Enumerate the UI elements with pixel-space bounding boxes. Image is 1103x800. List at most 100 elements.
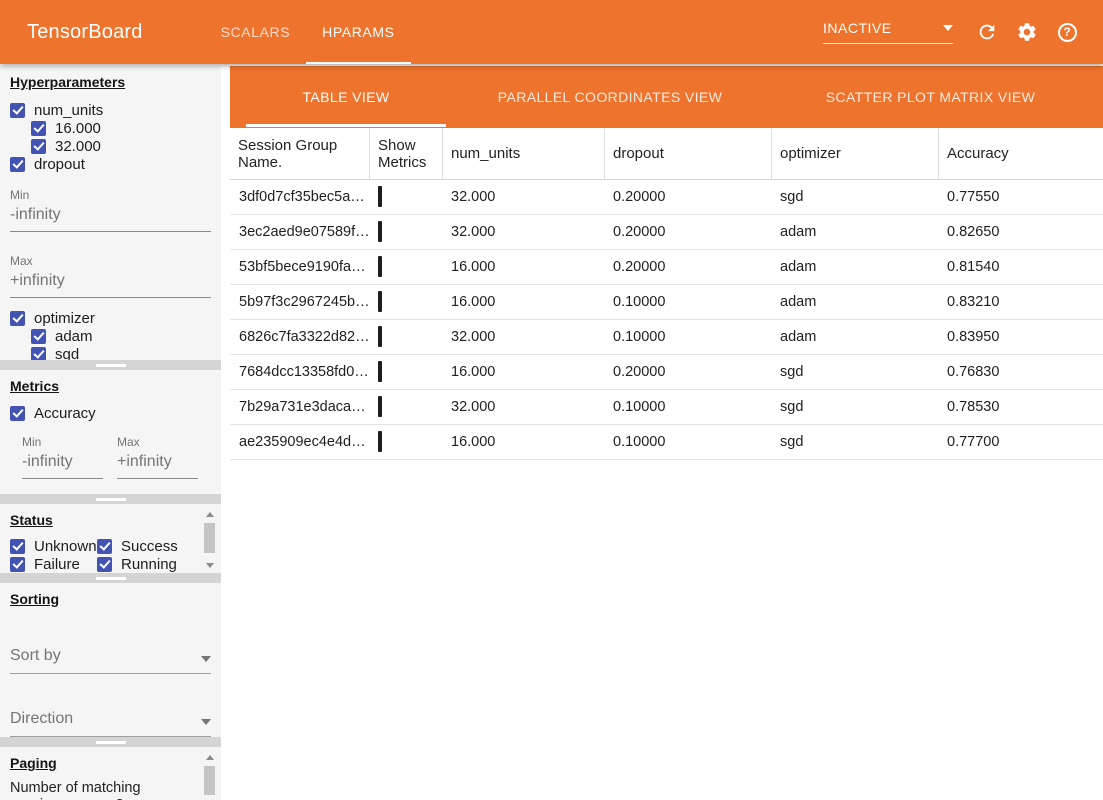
- num-units-32-label: 32.000: [55, 138, 101, 155]
- session-group-name: 3df0d7cf35bec5a…: [230, 189, 369, 205]
- checkbox-row-success[interactable]: Success: [97, 537, 180, 555]
- table-header-row: Session Group Name. Show Metrics num_uni…: [230, 128, 1103, 180]
- paging-section: Paging Number of matching session groups…: [0, 747, 221, 800]
- accuracy-value: 0.77550: [938, 189, 1103, 205]
- num-units-checkbox[interactable]: [10, 103, 25, 118]
- sort-by-select[interactable]: Sort by: [10, 647, 211, 674]
- scroll-up-icon[interactable]: [206, 512, 214, 517]
- column-header-num-units[interactable]: num_units: [442, 128, 604, 179]
- running-label: Running: [121, 556, 177, 573]
- tab-scatter-plot-matrix-view[interactable]: SCATTER PLOT MATRIX VIEW: [758, 66, 1103, 128]
- accuracy-range-fields: Min -infinity Max +infinity: [22, 435, 211, 479]
- tab-scalars[interactable]: SCALARS: [205, 0, 307, 64]
- optimizer-value: sgd: [771, 399, 938, 415]
- accuracy-max-input[interactable]: +infinity: [117, 453, 198, 479]
- section-resize-handle[interactable]: [0, 737, 221, 747]
- dropout-value: 0.10000: [604, 399, 771, 415]
- show-metrics-checkbox[interactable]: [378, 326, 382, 347]
- dropout-value: 0.10000: [604, 294, 771, 310]
- app-toolbar: TensorBoard SCALARS HPARAMS INACTIVE: [0, 0, 1103, 64]
- column-header-accuracy[interactable]: Accuracy: [938, 128, 1103, 179]
- drag-handle-icon: [96, 364, 126, 367]
- section-resize-handle[interactable]: [0, 494, 221, 504]
- show-metrics-checkbox[interactable]: [378, 291, 382, 312]
- settings-button[interactable]: [1007, 12, 1047, 52]
- checkbox-row-num-units-16[interactable]: 16.000: [31, 119, 211, 137]
- help-button[interactable]: ?: [1047, 12, 1087, 52]
- num-units-32-checkbox[interactable]: [31, 139, 46, 154]
- section-resize-handle[interactable]: [0, 360, 221, 370]
- accuracy-value: 0.78530: [938, 399, 1103, 415]
- column-header-dropout[interactable]: dropout: [604, 128, 771, 179]
- column-header-show-metrics[interactable]: Show Metrics: [369, 128, 442, 179]
- table-row: 53bf5bece9190fa… 16.000 0.20000 adam 0.8…: [230, 250, 1103, 285]
- scroll-down-icon[interactable]: [206, 563, 214, 568]
- refresh-button[interactable]: [967, 12, 1007, 52]
- tab-table-view-label: TABLE VIEW: [303, 89, 390, 105]
- direction-select[interactable]: Direction: [10, 710, 211, 737]
- checkbox-row-optimizer[interactable]: optimizer: [10, 309, 211, 327]
- session-group-name: ae235909ec4e4d…: [230, 434, 369, 450]
- num-units-value: 32.000: [442, 329, 604, 345]
- accuracy-max-label: Max: [117, 435, 198, 449]
- show-metrics-checkbox[interactable]: [378, 221, 382, 242]
- num-units-value: 16.000: [442, 434, 604, 450]
- dropout-checkbox[interactable]: [10, 157, 25, 172]
- sort-by-value: Sort by: [10, 647, 61, 665]
- show-metrics-checkbox[interactable]: [378, 396, 382, 417]
- adam-checkbox[interactable]: [31, 329, 46, 344]
- tab-hparams[interactable]: HPARAMS: [306, 0, 410, 64]
- sgd-label: sgd: [55, 346, 79, 361]
- paging-scrollbar[interactable]: [203, 755, 216, 795]
- checkbox-row-accuracy[interactable]: Accuracy: [10, 404, 211, 422]
- drag-handle-icon: [96, 498, 126, 501]
- tab-scalars-label: SCALARS: [221, 24, 291, 40]
- checkbox-row-failure[interactable]: Failure: [10, 555, 97, 573]
- sorting-section: Sorting Sort by Direction: [0, 583, 221, 737]
- tab-table-view[interactable]: TABLE VIEW: [230, 66, 462, 128]
- num-units-value: 16.000: [442, 259, 604, 275]
- dropout-value: 0.20000: [604, 189, 771, 205]
- checkbox-row-num-units-32[interactable]: 32.000: [31, 137, 211, 155]
- checkbox-row-running[interactable]: Running: [97, 555, 180, 573]
- status-scrollbar[interactable]: [203, 512, 216, 568]
- checkbox-row-dropout[interactable]: dropout: [10, 155, 211, 173]
- success-checkbox[interactable]: [97, 539, 112, 554]
- accuracy-label: Accuracy: [34, 405, 96, 422]
- checkbox-row-num-units[interactable]: num_units: [10, 101, 211, 119]
- sgd-checkbox[interactable]: [31, 347, 46, 361]
- show-metrics-checkbox[interactable]: [378, 431, 382, 452]
- running-checkbox[interactable]: [97, 557, 112, 572]
- optimizer-value: adam: [771, 259, 938, 275]
- accuracy-value: 0.77700: [938, 434, 1103, 450]
- dropout-min-input[interactable]: -infinity: [10, 206, 211, 232]
- status-options: Unknown Success Failure Running: [10, 537, 180, 573]
- show-metrics-checkbox[interactable]: [378, 186, 382, 207]
- checkbox-row-adam[interactable]: adam: [31, 327, 211, 345]
- section-resize-handle[interactable]: [0, 573, 221, 583]
- num-units-16-checkbox[interactable]: [31, 121, 46, 136]
- show-metrics-checkbox[interactable]: [378, 361, 382, 382]
- checkbox-row-unknown[interactable]: Unknown: [10, 537, 97, 555]
- show-metrics-checkbox[interactable]: [378, 256, 382, 277]
- dropout-max-input[interactable]: +infinity: [10, 272, 211, 298]
- failure-checkbox[interactable]: [10, 557, 25, 572]
- plugin-tabs: SCALARS HPARAMS: [205, 0, 411, 64]
- scroll-up-icon[interactable]: [206, 755, 214, 760]
- optimizer-value: sgd: [771, 364, 938, 380]
- checkbox-row-sgd[interactable]: sgd: [31, 345, 211, 360]
- scrollbar-thumb[interactable]: [204, 766, 215, 795]
- table-row: 7b29a731e3daca… 32.000 0.10000 sgd 0.785…: [230, 390, 1103, 425]
- accuracy-min-input[interactable]: -infinity: [22, 453, 103, 479]
- hparams-sidebar: Hyperparameters num_units 16.000 32.000 …: [0, 66, 221, 800]
- scrollbar-thumb[interactable]: [204, 523, 215, 553]
- optimizer-value: adam: [771, 294, 938, 310]
- reload-status-dropdown[interactable]: INACTIVE: [823, 20, 953, 44]
- optimizer-checkbox[interactable]: [10, 311, 25, 326]
- tab-parallel-coordinates-view[interactable]: PARALLEL COORDINATES VIEW: [462, 66, 758, 128]
- accuracy-checkbox[interactable]: [10, 406, 25, 421]
- unknown-checkbox[interactable]: [10, 539, 25, 554]
- column-header-session-group-name[interactable]: Session Group Name.: [230, 128, 369, 179]
- column-header-optimizer[interactable]: optimizer: [771, 128, 938, 179]
- accuracy-max-field: Max +infinity: [117, 435, 198, 479]
